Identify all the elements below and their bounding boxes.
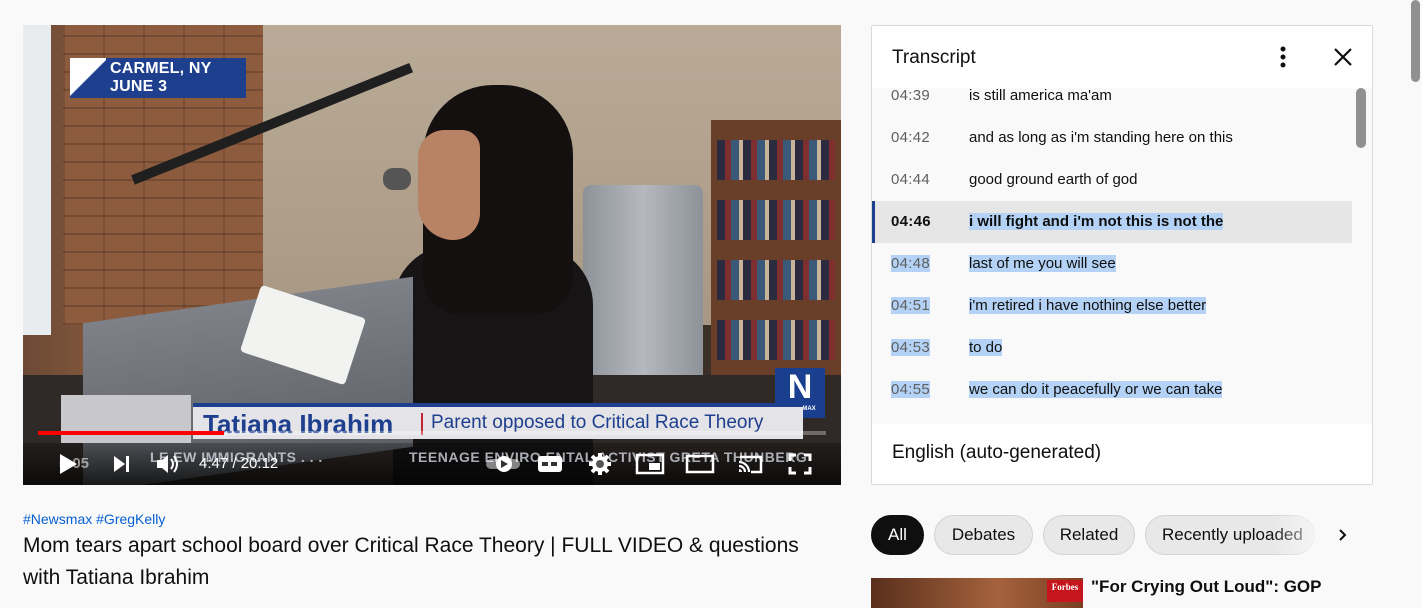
cast-icon xyxy=(738,455,763,474)
transcript-panel: Transcript 04:39 is still america ma'am … xyxy=(871,25,1373,485)
next-icon xyxy=(114,456,129,472)
play-icon xyxy=(60,454,77,474)
chip-related[interactable]: Related xyxy=(1043,515,1135,555)
theater-icon xyxy=(685,454,715,474)
volume-icon xyxy=(157,455,178,473)
transcript-segment[interactable]: 04:39 is still america ma'am xyxy=(872,88,1352,117)
time-separator: / xyxy=(228,455,241,472)
video-title-line: with Tatiana Ibrahim xyxy=(23,566,210,589)
chip-recently-uploaded[interactable]: Recently uploaded xyxy=(1145,515,1315,555)
hashtag-link[interactable]: #GregKelly xyxy=(96,511,165,527)
scene-projector-screen xyxy=(23,25,51,335)
transcript-title: Transcript xyxy=(892,47,976,68)
segment-timestamp: 04:42 xyxy=(891,129,931,146)
transcript-language-selector[interactable]: English (auto-generated) xyxy=(892,442,1101,464)
hashtag-link[interactable]: #Newsmax xyxy=(23,511,92,527)
progress-played xyxy=(38,431,224,435)
transcript-close-button[interactable] xyxy=(1328,42,1358,72)
filter-chips: All Debates Related Recently uploaded xyxy=(871,515,1361,555)
transcript-more-button[interactable] xyxy=(1270,42,1296,72)
player-controls: 5:05 4:47 / 20:12 xyxy=(23,443,841,485)
segment-timestamp-selected: 04:55 xyxy=(891,381,931,398)
more-vertical-icon xyxy=(1280,46,1286,68)
chips-next-button[interactable] xyxy=(1331,523,1355,547)
scene-speaker-face xyxy=(418,130,480,240)
dateline-graphic: CARMEL, NY JUNE 3 xyxy=(70,58,246,98)
captions-icon xyxy=(538,456,562,472)
scene-books xyxy=(717,260,835,300)
segment-text-selected: last of me you will see xyxy=(969,255,1116,272)
recommendation-badge: Forbes xyxy=(1047,580,1083,602)
segment-text-selected: i will fight and i'm not this is not the xyxy=(969,213,1224,230)
volume-button[interactable] xyxy=(153,449,183,479)
settings-button[interactable] xyxy=(585,449,615,479)
play-button[interactable] xyxy=(53,449,83,479)
segment-text: and as long as i'm standing here on this xyxy=(969,129,1233,146)
video-player[interactable]: CARMEL, NY JUNE 3 N NEWSMAX Tatiana Ibra… xyxy=(23,25,841,485)
chip-all[interactable]: All xyxy=(871,515,924,555)
segment-timestamp-selected: 04:48 xyxy=(891,255,931,272)
duration: 20:12 xyxy=(240,455,279,472)
autoplay-toggle-icon xyxy=(486,456,520,472)
video-title: Mom tears apart school board over Critic… xyxy=(23,530,853,594)
recommendation-title[interactable]: "For Crying Out Loud": GOP xyxy=(1091,577,1371,597)
page-scrollbar[interactable] xyxy=(1411,0,1420,82)
segment-text-selected: to do xyxy=(969,339,1003,356)
segment-timestamp: 04:39 xyxy=(891,88,931,104)
transcript-segment[interactable]: 04:42 and as long as i'm standing here o… xyxy=(872,117,1352,159)
dateline-flag xyxy=(70,58,106,98)
current-time: 4:47 xyxy=(199,455,229,472)
transcript-footer: English (auto-generated) xyxy=(872,424,1372,484)
cast-button[interactable] xyxy=(733,449,767,479)
fullscreen-icon xyxy=(788,453,812,475)
transcript-header: Transcript xyxy=(872,26,1372,88)
transcript-segment-active[interactable]: 04:46 i will fight and i'm not this is n… xyxy=(872,201,1352,243)
close-icon xyxy=(1334,48,1352,66)
captions-button[interactable] xyxy=(535,449,565,479)
segment-text-selected: i'm retired i have nothing else better xyxy=(969,297,1207,314)
chevron-right-icon xyxy=(1339,529,1347,541)
transcript-scrollbar[interactable] xyxy=(1356,88,1366,148)
settings-icon xyxy=(589,453,611,475)
scene-books xyxy=(717,320,835,360)
transcript-segment[interactable]: 04:53 to do xyxy=(872,327,1352,369)
chip-debates[interactable]: Debates xyxy=(934,515,1033,555)
theater-mode-button[interactable] xyxy=(683,449,717,479)
lower-third: Tatiana Ibrahim Parent opposed to Critic… xyxy=(61,395,803,443)
scene-microphone xyxy=(383,168,411,190)
lower-third-panel xyxy=(61,395,191,443)
scene-books xyxy=(717,200,835,240)
progress-bar[interactable] xyxy=(38,431,826,435)
autoplay-toggle[interactable] xyxy=(483,449,525,479)
transcript-segment-list[interactable]: 04:39 is still america ma'am 04:42 and a… xyxy=(872,88,1372,424)
segment-timestamp: 04:46 xyxy=(891,213,931,230)
segment-timestamp-selected: 04:53 xyxy=(891,339,931,356)
dateline-city: CARMEL, NY xyxy=(110,60,212,77)
segment-timestamp: 04:44 xyxy=(891,171,931,188)
segment-text-selected: we can do it peacefully or we can take xyxy=(969,381,1223,398)
transcript-segment[interactable]: 04:55 we can do it peacefully or we can … xyxy=(872,369,1352,411)
next-button[interactable] xyxy=(107,449,137,479)
segment-timestamp-selected: 04:51 xyxy=(891,297,931,314)
segment-text: good ground earth of god xyxy=(969,171,1138,188)
dateline-date: JUNE 3 xyxy=(110,78,168,95)
miniplayer-button[interactable] xyxy=(633,449,667,479)
scene-books xyxy=(717,140,835,180)
miniplayer-icon xyxy=(635,453,665,475)
fullscreen-button[interactable] xyxy=(785,449,815,479)
speaker-name: Tatiana Ibrahim xyxy=(203,409,394,439)
transcript-segment[interactable]: 04:48 last of me you will see xyxy=(872,243,1352,285)
transcript-segment[interactable]: 04:51 i'm retired i have nothing else be… xyxy=(872,285,1352,327)
video-title-line: Mom tears apart school board over Critic… xyxy=(23,534,799,557)
transcript-segment[interactable]: 04:44 good ground earth of god xyxy=(872,159,1352,201)
segment-text: is still america ma'am xyxy=(969,88,1112,104)
hashtags: #Newsmax #GregKelly xyxy=(23,511,165,527)
time-display: 4:47 / 20:12 xyxy=(199,455,278,472)
